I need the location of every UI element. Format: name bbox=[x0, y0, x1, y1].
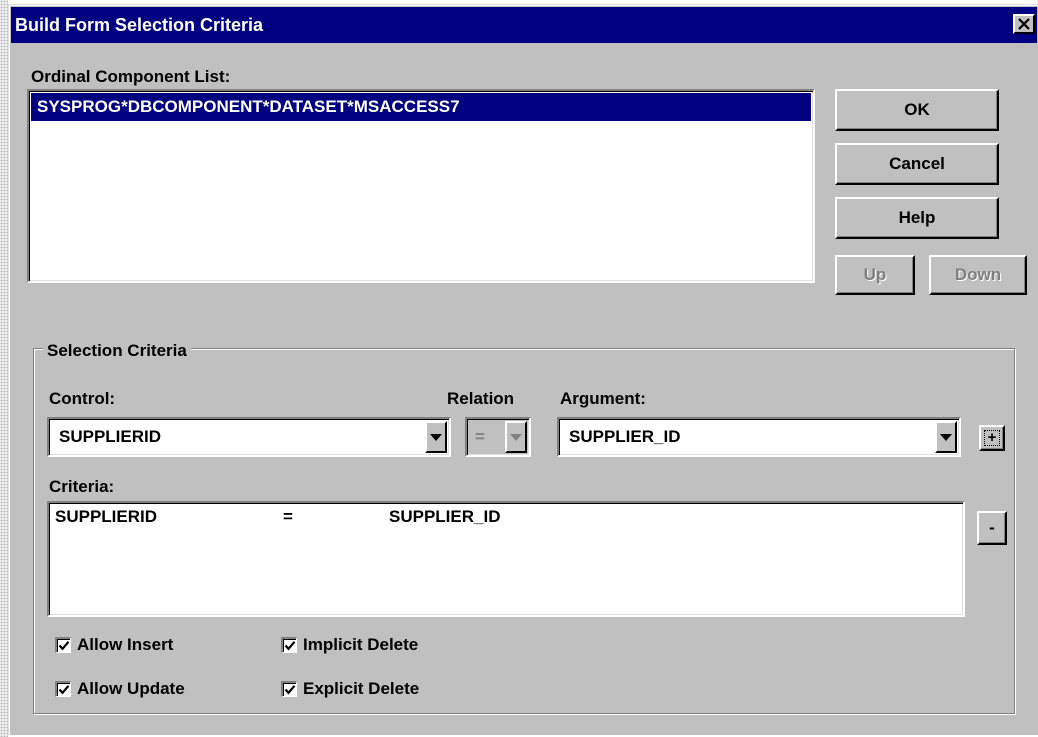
plus-icon: + bbox=[983, 430, 1001, 446]
criteria-list[interactable]: SUPPLIERID = SUPPLIER_ID bbox=[47, 501, 965, 617]
close-button[interactable] bbox=[1013, 14, 1035, 34]
criteria-row-relation: = bbox=[283, 507, 293, 526]
chevron-down-icon bbox=[940, 433, 952, 441]
criteria-row-control: SUPPLIERID bbox=[55, 507, 158, 526]
build-form-selection-criteria-dialog: Build Form Selection Criteria Ordinal Co… bbox=[8, 4, 1038, 735]
cancel-button[interactable]: Cancel bbox=[835, 143, 999, 185]
component-list-item-selected[interactable]: SYSPROG*DBCOMPONENT*DATASET*MSACCESS7 bbox=[31, 93, 811, 121]
ordinal-component-list[interactable]: SYSPROG*DBCOMPONENT*DATASET*MSACCESS7 bbox=[27, 89, 815, 283]
control-combobox[interactable]: SUPPLIERID bbox=[47, 417, 451, 457]
allow-update-checkbox[interactable]: Allow Update bbox=[55, 679, 255, 701]
relation-combobox-value: = bbox=[475, 427, 485, 446]
relation-dropdown-button[interactable] bbox=[505, 421, 527, 453]
criteria-row-argument: SUPPLIER_ID bbox=[389, 507, 501, 526]
up-button[interactable]: Up bbox=[835, 255, 915, 295]
explicit-delete-label: Explicit Delete bbox=[303, 679, 420, 698]
control-dropdown-button[interactable] bbox=[425, 421, 447, 453]
argument-label: Argument: bbox=[560, 389, 646, 408]
allow-insert-check-box[interactable] bbox=[55, 637, 71, 653]
remove-criteria-button[interactable]: - bbox=[977, 511, 1007, 545]
down-button[interactable]: Down bbox=[929, 255, 1027, 295]
chevron-down-icon bbox=[430, 433, 442, 441]
selection-criteria-title: Selection Criteria bbox=[43, 341, 191, 361]
control-label: Control: bbox=[49, 389, 116, 408]
dialog-title: Build Form Selection Criteria bbox=[15, 15, 264, 35]
title-bar[interactable]: Build Form Selection Criteria bbox=[11, 7, 1037, 43]
allow-insert-checkbox[interactable]: Allow Insert bbox=[55, 635, 255, 657]
argument-combobox-value: SUPPLIER_ID bbox=[569, 427, 681, 446]
checkmark-icon bbox=[58, 641, 70, 651]
help-button[interactable]: Help bbox=[835, 197, 999, 239]
implicit-delete-label: Implicit Delete bbox=[303, 635, 419, 654]
argument-dropdown-button[interactable] bbox=[935, 421, 957, 453]
ok-button[interactable]: OK bbox=[835, 89, 999, 131]
implicit-delete-checkbox[interactable]: Implicit Delete bbox=[281, 635, 501, 657]
checkmark-icon bbox=[284, 685, 296, 695]
component-list-label: Ordinal Component List: bbox=[31, 67, 231, 86]
explicit-delete-checkbox[interactable]: Explicit Delete bbox=[281, 679, 501, 701]
add-criteria-button[interactable]: + bbox=[979, 425, 1005, 451]
allow-update-check-box[interactable] bbox=[55, 681, 71, 697]
relation-label: Relation bbox=[447, 389, 515, 408]
checkmark-icon bbox=[284, 641, 296, 651]
explicit-delete-check-box[interactable] bbox=[281, 681, 297, 697]
relation-combobox[interactable]: = bbox=[465, 417, 531, 457]
control-combobox-value: SUPPLIERID bbox=[59, 427, 162, 446]
chevron-down-icon bbox=[510, 433, 522, 441]
close-icon bbox=[1018, 18, 1030, 30]
argument-combobox[interactable]: SUPPLIER_ID bbox=[557, 417, 961, 457]
checkmark-icon bbox=[58, 685, 70, 695]
allow-update-label: Allow Update bbox=[77, 679, 185, 698]
criteria-label: Criteria: bbox=[49, 477, 115, 496]
criteria-row[interactable]: SUPPLIERID = SUPPLIER_ID bbox=[49, 503, 963, 531]
allow-insert-label: Allow Insert bbox=[77, 635, 174, 654]
desktop-edge bbox=[0, 0, 8, 737]
implicit-delete-check-box[interactable] bbox=[281, 637, 297, 653]
